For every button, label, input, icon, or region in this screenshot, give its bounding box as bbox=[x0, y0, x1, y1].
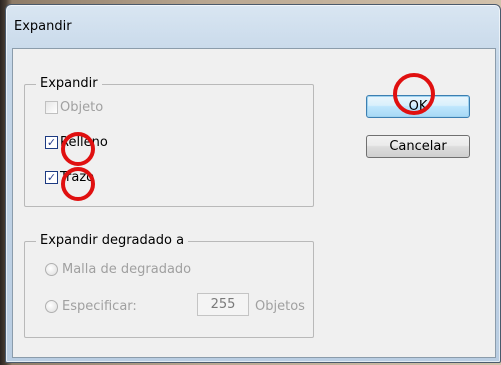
trazo-highlight-ring bbox=[61, 167, 95, 201]
gradient-group: Expandir degradado a Malla de degradado … bbox=[24, 233, 314, 338]
malla-label: Malla de degradado bbox=[62, 262, 192, 277]
ok-highlight-ring bbox=[393, 73, 435, 115]
trazo-checkbox[interactable]: ✓ bbox=[45, 171, 58, 184]
especificar-radio-row[interactable]: Especificar: bbox=[45, 299, 137, 314]
relleno-checkbox[interactable]: ✓ bbox=[45, 136, 58, 149]
objetos-label: Objetos bbox=[255, 299, 305, 314]
objects-count-input[interactable]: 255 bbox=[197, 293, 249, 316]
objeto-checkbox[interactable] bbox=[45, 101, 58, 114]
especificar-label: Especificar: bbox=[62, 299, 137, 314]
dialog-title: Expandir bbox=[14, 19, 72, 34]
relleno-highlight-ring bbox=[61, 132, 95, 166]
malla-radio-row[interactable]: Malla de degradado bbox=[45, 262, 191, 277]
gradient-group-legend: Expandir degradado a bbox=[36, 233, 189, 248]
cancel-button[interactable]: Cancelar bbox=[366, 135, 470, 158]
especificar-radio[interactable] bbox=[45, 300, 58, 313]
malla-radio[interactable] bbox=[45, 263, 58, 276]
objeto-checkbox-row[interactable]: Objeto bbox=[45, 100, 103, 115]
objeto-label: Objeto bbox=[60, 100, 104, 115]
expand-group-legend: Expandir bbox=[36, 76, 102, 91]
objetos-label-row: Objetos bbox=[255, 299, 305, 314]
